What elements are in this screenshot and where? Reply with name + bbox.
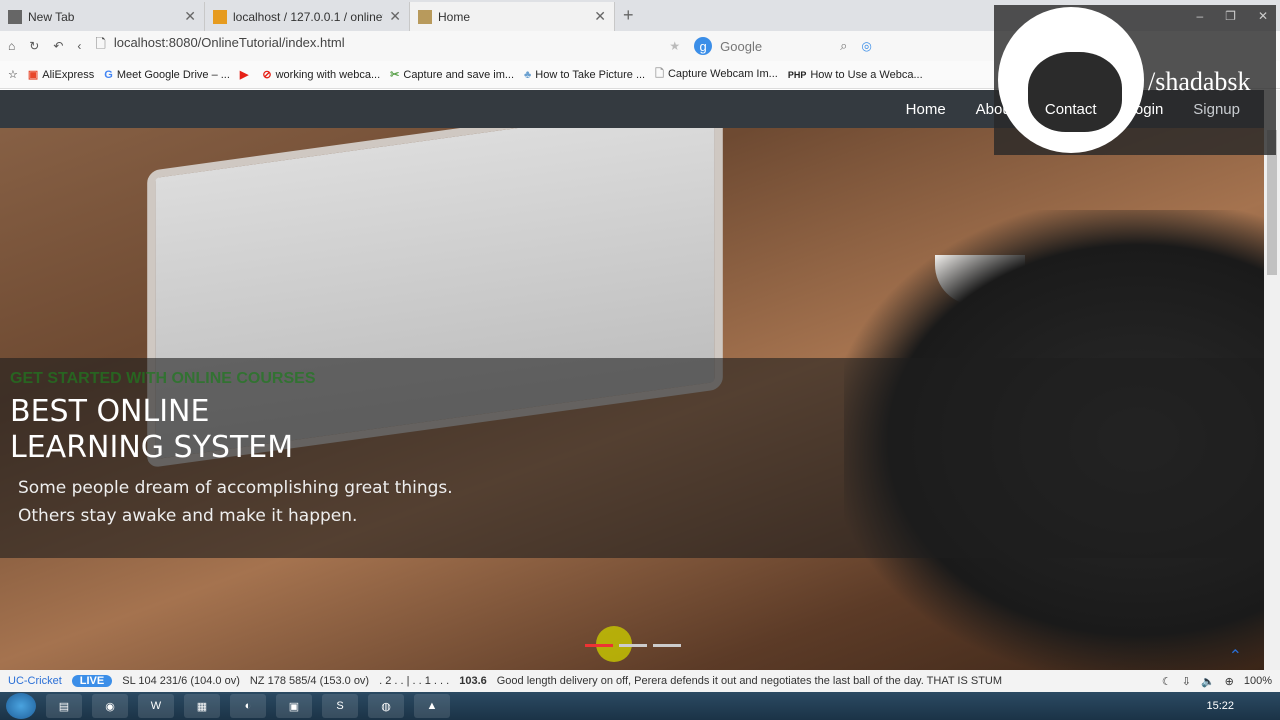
download-icon[interactable]: ⇩ [1182,675,1191,688]
over-number: 103.6 [459,675,487,687]
nav-home[interactable]: Home [906,101,946,118]
ball-by-ball: . 2 . . | . . 1 . . . [379,675,450,687]
nav-contact[interactable]: Contact [1045,101,1097,118]
commentary: Good length delivery on off, Perera defe… [496,675,1003,687]
home-icon[interactable]: ⌂ [8,39,15,53]
url-text: localhost:8080/OnlineTutorial/index.html [113,35,345,50]
tab-new-tab[interactable]: New Tab ✕ [0,2,205,31]
bookmark-star-icon[interactable]: ☆ [8,68,18,81]
bookmark-capture-webcam[interactable]: 🗋 Capture Webcam Im... [655,65,778,84]
bookmark-label: Capture Webcam Im... [667,68,778,80]
hero-title-line: LEARNING SYSTEM [10,430,294,465]
bookmark-label: Meet Google Drive – ... [116,68,230,81]
taskbar-sublime-icon[interactable]: S [322,694,358,718]
tab-label: Home [438,9,471,24]
carousel-indicator[interactable] [653,644,681,647]
taskbar-word-icon[interactable]: W [138,694,174,718]
page-icon: 🗋 [95,36,106,51]
taskbar-explorer-icon[interactable]: ▦ [184,694,220,718]
bookmark-label: working with webca... [275,69,381,81]
bookmark-label: How to Take Picture ... [535,68,646,81]
uc-cricket-label[interactable]: UC-Cricket [8,675,62,687]
taskbar-app-icon[interactable]: ▣ [276,694,312,718]
reload-icon[interactable]: ↻ [29,39,39,53]
hero-text-line: Some people dream of accomplishing great… [18,478,453,498]
bookmark-capture-and-save[interactable]: ✂ Capture and save im... [390,68,514,81]
search-input[interactable]: g Google ⌕ [694,37,847,55]
bookmark-youtube[interactable]: ▶ [240,68,252,81]
hero-carousel: Home About Contact Login Signup GET STAR… [0,90,1264,670]
nav-about[interactable]: About [976,101,1015,118]
taskbar-vlc-icon[interactable]: ▲ [414,694,450,718]
tab-home[interactable]: Home ✕ [410,2,615,31]
bookmark-how-to-take-picture[interactable]: ♣ How to Take Picture ... [524,69,645,81]
taskbar-uc-browser-icon[interactable]: ◐ [230,694,266,718]
octocat-icon [1028,52,1122,132]
zoom-level[interactable]: 100% [1244,675,1272,687]
close-icon[interactable]: ✕ [594,8,606,25]
score-sl: SL 104 231/6 (104.0 ov) [122,675,240,687]
zoom-icon[interactable]: ⊕ [1225,675,1234,688]
scrollbar[interactable] [1264,90,1280,670]
bookmark-meet-google-drive[interactable]: G Meet Google Drive – ... [104,69,230,81]
undo-icon[interactable]: ↶ [53,39,63,53]
carousel-indicator[interactable] [585,644,613,647]
hero-text: Some people dream of accomplishing great… [18,474,1254,530]
restore-icon[interactable]: ❐ [1225,9,1236,23]
phpmyadmin-icon [213,9,227,24]
bookmark-label: Capture and save im... [403,69,515,81]
taskbar-notepad-icon[interactable]: ▤ [46,694,82,718]
grid-icon [8,9,22,24]
status-bar: UC-Cricket LIVE SL 104 231/6 (104.0 ov) … [0,670,1280,692]
taskbar-app-icon[interactable]: ◉ [92,694,128,718]
hero-text-line: Others stay awake and make it happen. [18,506,358,526]
close-window-icon[interactable]: ✕ [1258,9,1268,23]
github-overlay: /shadabsk – ❐ ✕ [994,5,1276,155]
live-badge[interactable]: LIVE [71,675,113,687]
bookmark-label: How to Use a Webca... [810,68,923,81]
bookmark-how-to-use-webcam[interactable]: PHP How to Use a Webca... [788,69,923,81]
page-icon [418,9,432,24]
close-icon[interactable]: ✕ [389,8,401,25]
bookmark-label: AliExpress [42,69,95,81]
hero-title-line: BEST ONLINE [10,394,210,429]
taskbar-clock[interactable]: 15:22 [1206,700,1274,712]
nav-login[interactable]: Login [1127,101,1164,118]
extension-icon[interactable]: ◎ [861,39,871,53]
carousel-caption: GET STARTED WITH ONLINE COURSES BEST ONL… [0,358,1264,558]
url-input[interactable]: 🗋 localhost:8080/OnlineTutorial/index.htm… [95,35,655,57]
bookmark-working-with-webcam[interactable]: ⊘ working with webca... [262,68,380,81]
tab-phpmyadmin[interactable]: localhost / 127.0.0.1 / onlinetu ✕ [205,2,410,31]
search-engine-icon: g [694,37,713,55]
scroll-top-icon[interactable]: ⌃ [1229,646,1242,666]
night-mode-icon[interactable]: ☾ [1162,675,1172,688]
hero-subtitle: GET STARTED WITH ONLINE COURSES [10,370,316,387]
search-icon[interactable]: ⌕ [840,38,847,54]
window-controls: – ❐ ✕ [1196,9,1268,23]
start-button[interactable] [6,693,36,719]
minimize-icon[interactable]: – [1196,9,1203,23]
carousel-indicators [585,644,681,647]
tab-label: localhost / 127.0.0.1 / onlinetu [233,9,384,24]
nav-signup[interactable]: Signup [1193,101,1240,118]
bookmark-aliexpress[interactable]: ▣ AliExpress [28,68,94,81]
carousel-indicator[interactable] [619,644,647,647]
close-icon[interactable]: ✕ [184,8,196,25]
taskbar: ▤ ◉ W ▦ ◐ ▣ S ◍ ▲ 15:22 [0,692,1280,720]
github-logo-icon [998,7,1144,153]
tab-label: New Tab [28,9,75,24]
back-icon[interactable]: ‹ [77,39,81,53]
new-tab-button[interactable]: + [615,5,642,26]
search-placeholder: Google [720,38,763,54]
volume-icon[interactable]: 🔈 [1201,675,1215,688]
star-icon[interactable]: ★ [669,39,680,53]
github-handle: /shadabsk [1148,67,1251,96]
score-nz: NZ 178 585/4 (153.0 ov) [249,675,370,687]
hero-title: BEST ONLINE LEARNING SYSTEM [10,394,1254,466]
taskbar-chrome-icon[interactable]: ◍ [368,694,404,718]
